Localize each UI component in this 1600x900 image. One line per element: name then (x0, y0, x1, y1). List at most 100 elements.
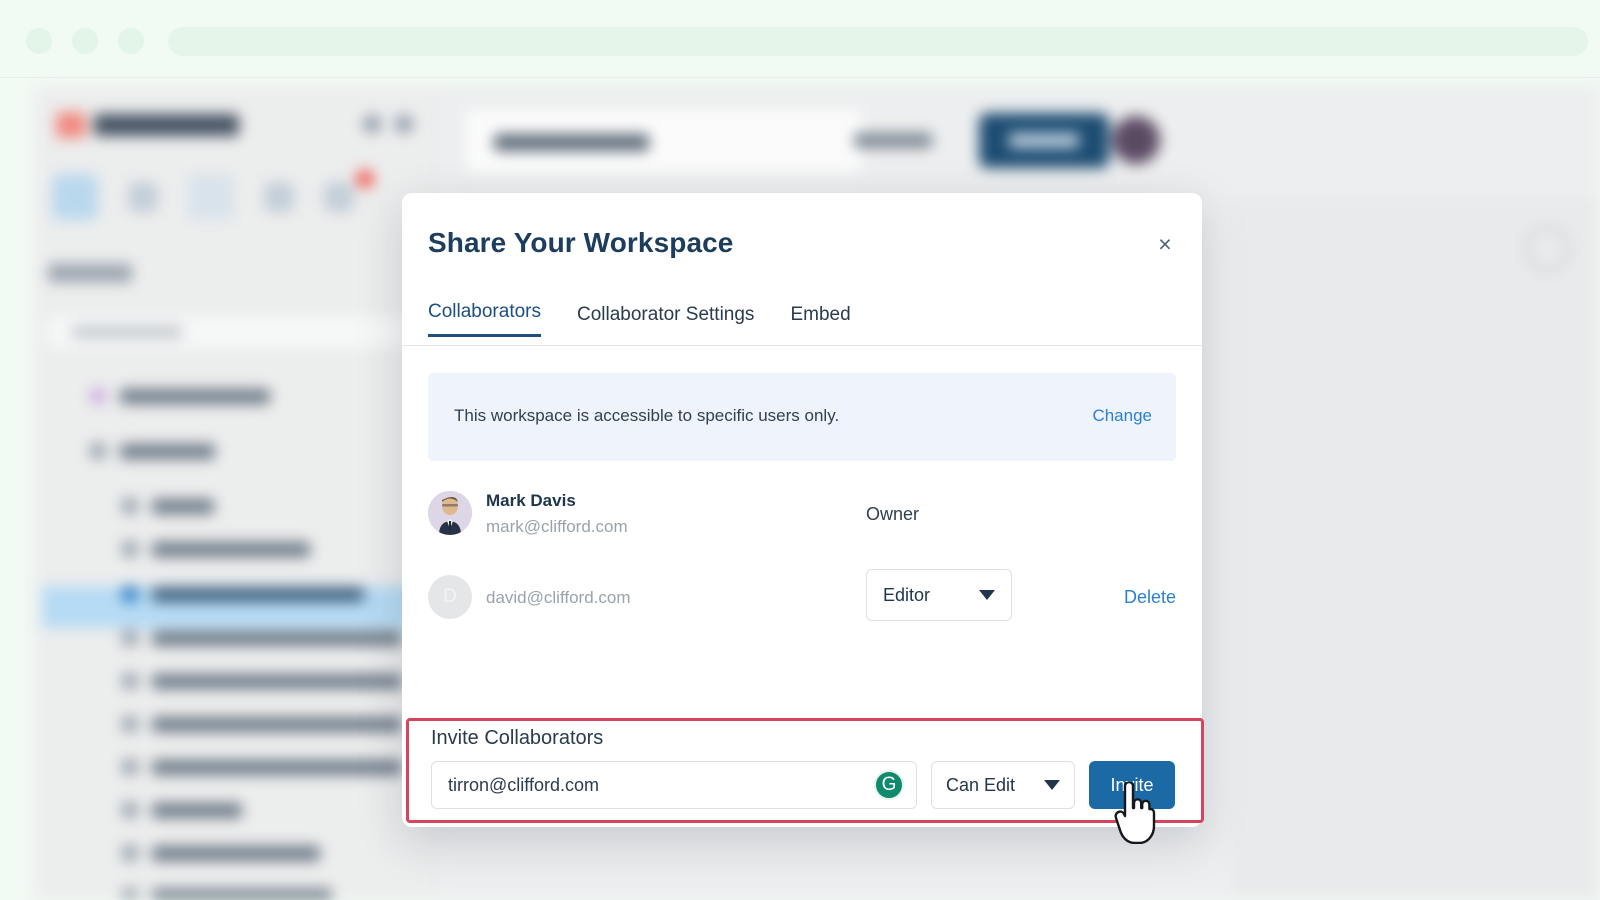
close-dot[interactable] (26, 28, 52, 54)
share-button-label (1009, 133, 1079, 148)
clock-icon (90, 388, 106, 404)
sidebar-item-kanban-2[interactable] (122, 661, 402, 701)
canvas-card (1454, 418, 1564, 548)
sidebar-item-label (152, 541, 310, 557)
modal-title: Share Your Workspace (428, 227, 734, 258)
tab-collaborator-settings[interactable]: Collaborator Settings (577, 304, 754, 337)
tabs-divider (402, 345, 1202, 346)
collapse-icon[interactable] (396, 116, 412, 132)
role-select-editor[interactable]: Editor (866, 569, 1012, 621)
sidebar-item-label (152, 498, 214, 514)
notifications-icon[interactable] (264, 182, 294, 212)
sidebar-search-placeholder (72, 326, 182, 338)
invite-email-input[interactable]: tirron@clifford.com G (431, 761, 917, 809)
sidebar-item-label (152, 673, 402, 689)
sidebar-item-creately-libraries[interactable] (122, 529, 310, 569)
sidebar-item-label (152, 759, 402, 775)
sidebar-item-home[interactable] (122, 486, 214, 526)
collaborator-role-owner: Owner (866, 504, 920, 524)
folder-icon (122, 586, 138, 602)
notification-badge (356, 170, 374, 188)
close-icon[interactable]: × (1152, 231, 1178, 257)
avatar: D (428, 575, 472, 619)
role-select-value: Editor (883, 584, 931, 605)
invite-permission-select[interactable]: Can Edit (931, 761, 1075, 809)
canvas-right-region (1234, 198, 1600, 900)
collaborator-row-editor: D david@clifford.com Editor Delete (428, 569, 1176, 631)
sidebar-item-label (120, 443, 215, 459)
address-bar[interactable] (168, 27, 1588, 56)
app-sidebar (34, 86, 434, 900)
folder-icon (122, 498, 138, 514)
access-notice-text: This workspace is accessible to specific… (454, 406, 840, 425)
chevron-down-icon (979, 590, 995, 600)
delete-collaborator-link[interactable]: Delete (1124, 587, 1176, 608)
app-topbar (434, 86, 1600, 198)
invite-collaborators-section: Invite Collaborators tirron@clifford.com… (406, 718, 1204, 823)
sidebar-item-label (152, 845, 320, 861)
minimize-dot[interactable] (72, 28, 98, 54)
tab-collaborators[interactable]: Collaborators (428, 301, 541, 337)
browser-chrome (0, 0, 1600, 78)
sidebar-item-label (120, 388, 270, 404)
canvas-card (1264, 238, 1394, 308)
screen: Share Your Workspace × Collaborators Col… (0, 0, 1600, 900)
more-icon[interactable] (324, 182, 354, 212)
folder-icon (122, 888, 138, 900)
sidebar-item-kanban-4[interactable] (122, 747, 402, 787)
sidebar-item-kanban-1[interactable] (122, 618, 402, 658)
modal-tabs: Collaborators Collaborator Settings Embe… (428, 301, 851, 337)
tab-embed[interactable]: Embed (790, 304, 850, 337)
invite-section-title: Invite Collaborators (431, 727, 604, 749)
user-avatar[interactable] (1112, 116, 1160, 164)
sidebar-item-recently-edited[interactable] (90, 376, 270, 416)
collaborator-email: david@clifford.com (486, 588, 631, 607)
chrome-divider (0, 77, 1600, 78)
documents-icon[interactable] (52, 174, 98, 220)
invite-email-value: tirron@clifford.com (448, 774, 599, 795)
edit-pencil-icon[interactable] (364, 116, 380, 132)
sidebar-item-sprint-planning[interactable] (122, 876, 332, 900)
canvas-card (1264, 678, 1414, 748)
folder-icon (122, 673, 138, 689)
invite-controls-row: tirron@clifford.com G Can Edit Invite (431, 761, 1175, 809)
sidebar-item-marketing[interactable] (122, 790, 242, 830)
sidebar-item-ideas-and-brainstorming[interactable] (122, 574, 364, 614)
logo-mark-icon (56, 112, 86, 138)
canvas-card (1444, 618, 1564, 698)
shapes-icon[interactable] (188, 174, 234, 220)
folders-label (48, 264, 132, 282)
grammarly-icon[interactable]: G (874, 770, 904, 800)
creately-logo (56, 112, 239, 138)
sidebar-item-kanban-3[interactable] (122, 704, 402, 744)
folder-icon (122, 541, 138, 557)
folder-icon (122, 802, 138, 818)
chevron-down-icon (1044, 780, 1060, 790)
maximize-dot[interactable] (118, 28, 144, 54)
document-title-text (494, 134, 649, 151)
change-access-link[interactable]: Change (1092, 406, 1152, 426)
folder-icon (122, 845, 138, 861)
sidebar-item-personal[interactable] (90, 431, 215, 471)
window-controls (26, 28, 144, 54)
invite-button[interactable]: Invite (1089, 761, 1175, 809)
sidebar-item-label (152, 716, 402, 732)
sidebar-item-label (152, 630, 402, 646)
sidebar-item-new-project[interactable] (122, 833, 320, 873)
chevron-right-icon (90, 443, 106, 459)
sidebar-item-label (152, 586, 364, 602)
templates-icon[interactable] (128, 182, 158, 212)
sidebar-tool-row (52, 174, 354, 220)
help-chat-icon[interactable] (1524, 226, 1570, 272)
canvas-card (1274, 378, 1424, 478)
folder-icon (122, 630, 138, 646)
sidebar-item-label (152, 888, 332, 900)
avatar (428, 491, 472, 535)
collaborator-row-owner: Mark Davis mark@clifford.com Owner (428, 491, 1176, 547)
folder-icon (122, 759, 138, 775)
folder-icon (122, 716, 138, 732)
logo-wordmark (94, 114, 239, 136)
export-label (854, 133, 932, 148)
canvas-card (1294, 528, 1414, 618)
collaborator-name: Mark Davis (486, 491, 576, 510)
